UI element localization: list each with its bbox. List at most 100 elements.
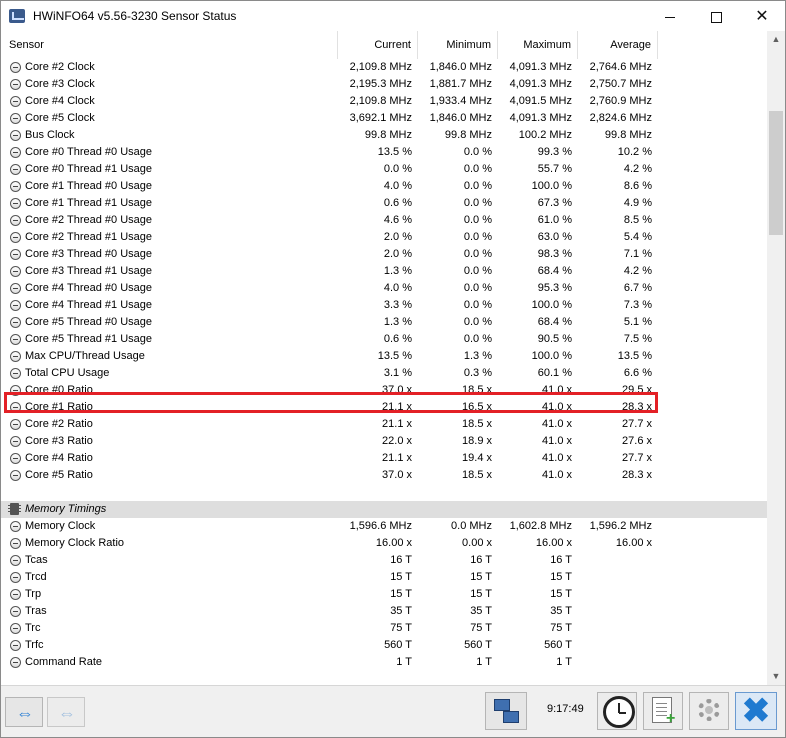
table-row[interactable]: Core #3 Clock 2,195.3 MHz 1,881.7 MHz 4,091… <box>1 76 767 93</box>
minimum-value: 0.0 % <box>463 163 492 175</box>
maximum-value: 100.0 % <box>531 299 572 311</box>
current-value: 99.8 MHz <box>364 129 412 141</box>
table-row[interactable]: Core #2 Clock 2,109.8 MHz 1,846.0 MHz 4,091… <box>1 59 767 76</box>
maximum-value: 68.4 % <box>537 316 572 328</box>
scroll-up-arrow-icon[interactable]: ▲ <box>767 31 785 48</box>
minimize-button[interactable] <box>647 1 693 31</box>
group-header-row[interactable]: Memory Timings <box>1 501 767 518</box>
total-cpu-highlight-box <box>4 392 658 413</box>
average-value: 2,764.6 MHz <box>589 61 652 73</box>
vertical-scrollbar[interactable]: ▲ ▼ <box>767 31 785 685</box>
logging-button[interactable]: + <box>643 692 683 730</box>
sensor-name: Core #3 Ratio <box>25 435 93 447</box>
table-row[interactable]: Core #2 Thread #0 Usage 4.6 % 0.0 % 61.0 % 8… <box>1 212 767 229</box>
table-row[interactable]: Core #0 Thread #0 Usage 13.5 % 0.0 % 99.3 %… <box>1 144 767 161</box>
scrollbar-thumb[interactable] <box>769 111 783 235</box>
table-row[interactable]: Core #4 Ratio 21.1 x 19.4 x 41.0 x 27.7 x <box>1 450 767 467</box>
maximum-value: 100.0 % <box>531 350 572 362</box>
sensor-name: Memory Timings <box>25 503 107 515</box>
column-header-average[interactable]: Average <box>578 31 658 59</box>
maximum-value: 41.0 x <box>542 435 572 447</box>
table-row[interactable]: Bus Clock 99.8 MHz 99.8 MHz 100.2 MHz 99.8 M… <box>1 127 767 144</box>
column-header-sensor[interactable]: Sensor <box>1 31 338 59</box>
average-value <box>578 620 658 637</box>
column-header-current[interactable]: Current <box>338 31 418 59</box>
maximum-value: 1 T <box>556 656 572 668</box>
table-row[interactable]: Core #5 Clock 3,692.1 MHz 1,846.0 MHz 4,091… <box>1 110 767 127</box>
table-row[interactable]: Core #3 Ratio 22.0 x 18.9 x 41.0 x 27.6 x <box>1 433 767 450</box>
table-row[interactable]: Memory Clock 1,596.6 MHz 0.0 MHz 1,602.8 MH… <box>1 518 767 535</box>
navigate-sensors-button[interactable]: ⇔ <box>5 697 43 727</box>
minimum-value: 35 T <box>470 605 492 617</box>
minimum-value: 99.8 MHz <box>444 129 492 141</box>
minimum-value: 0.0 % <box>463 197 492 209</box>
table-row[interactable]: Core #4 Thread #0 Usage 4.0 % 0.0 % 95.3 % 6… <box>1 280 767 297</box>
sensor-name: Trc <box>25 622 41 634</box>
current-value: 2,109.8 MHz <box>349 95 412 107</box>
close-window-button[interactable]: ✕ <box>739 1 785 31</box>
table-row[interactable]: Core #1 Thread #0 Usage 4.0 % 0.0 % 100.0 %… <box>1 178 767 195</box>
table-row[interactable]: Max CPU/Thread Usage 13.5 % 1.3 % 100.0 % 13… <box>1 348 767 365</box>
average-value <box>578 637 658 654</box>
table-row[interactable]: Tras 35 T 35 T 35 T <box>1 603 767 620</box>
minimum-value: 15 T <box>470 571 492 583</box>
close-sensors-button[interactable]: ✖ <box>735 692 777 730</box>
table-row[interactable]: Command Rate 1 T 1 T 1 T <box>1 654 767 671</box>
average-value <box>578 603 658 620</box>
minimum-value: 0.0 % <box>463 231 492 243</box>
plus-icon: + <box>666 710 676 727</box>
reset-timer-button[interactable] <box>597 692 637 730</box>
sensor-name: Bus Clock <box>25 129 75 141</box>
average-value: 7.3 % <box>623 299 652 311</box>
table-row[interactable]: Trc 75 T 75 T 75 T <box>1 620 767 637</box>
title-bar[interactable]: HWiNFO64 v5.56-3230 Sensor Status ✕ <box>1 1 785 31</box>
minimum-value: 0.0 % <box>463 316 492 328</box>
maximum-value: 15 T <box>550 588 572 600</box>
average-value: 99.8 MHz <box>604 129 652 141</box>
maximum-value: 95.3 % <box>537 282 572 294</box>
sensor-name: Core #1 Thread #1 Usage <box>25 197 152 209</box>
network-button[interactable] <box>485 692 527 730</box>
column-header-maximum[interactable]: Maximum <box>498 31 578 59</box>
table-row[interactable]: Core #2 Ratio 21.1 x 18.5 x 41.0 x 27.7 x <box>1 416 767 433</box>
table-row[interactable]: Core #3 Thread #0 Usage 2.0 % 0.0 % 98.3 % 7… <box>1 246 767 263</box>
sensor-name: Core #2 Thread #1 Usage <box>25 231 152 243</box>
table-row[interactable]: Core #5 Ratio 37.0 x 18.5 x 41.0 x 28.3 x <box>1 467 767 484</box>
table-row[interactable]: Total CPU Usage 3.1 % 0.3 % 60.1 % 6.6 % <box>1 365 767 382</box>
sensor-name: Core #0 Thread #1 Usage <box>25 163 152 175</box>
table-row[interactable]: Core #5 Thread #1 Usage 0.6 % 0.0 % 90.5 % 7… <box>1 331 767 348</box>
current-value: 13.5 % <box>377 350 412 362</box>
table-row[interactable]: Core #4 Thread #1 Usage 3.3 % 0.0 % 100.0 %… <box>1 297 767 314</box>
clock-icon <box>603 696 635 728</box>
table-row[interactable]: Tcas 16 T 16 T 16 T <box>1 552 767 569</box>
table-row[interactable]: Core #5 Thread #0 Usage 1.3 % 0.0 % 68.4 % 5… <box>1 314 767 331</box>
maximize-button[interactable] <box>693 1 739 31</box>
table-row[interactable]: Memory Clock Ratio 16.00 x 0.00 x 16.00 x 16… <box>1 535 767 552</box>
minimum-value: 1,846.0 MHz <box>429 61 492 73</box>
sensor-name: Memory Clock <box>25 520 96 532</box>
maximum-value: 4,091.3 MHz <box>509 78 572 90</box>
table-row[interactable]: Trp 15 T 15 T 15 T <box>1 586 767 603</box>
table-row[interactable]: Core #0 Thread #1 Usage 0.0 % 0.0 % 55.7 % 4… <box>1 161 767 178</box>
status-bar: ⇔ ⇔ 9:17:49 + ✖ <box>1 685 785 737</box>
minimum-value: 18.5 x <box>462 418 492 430</box>
scroll-down-arrow-icon[interactable]: ▼ <box>767 668 785 685</box>
maximum-value: 4,091.5 MHz <box>509 95 572 107</box>
settings-button[interactable] <box>689 692 729 730</box>
table-row[interactable]: Core #2 Thread #1 Usage 2.0 % 0.0 % 63.0 % 5… <box>1 229 767 246</box>
average-value: 8.6 % <box>623 180 652 192</box>
table-row[interactable]: Trcd 15 T 15 T 15 T <box>1 569 767 586</box>
current-value: 15 T <box>390 571 412 583</box>
minimum-value: 0.0 % <box>463 299 492 311</box>
table-row[interactable]: Core #3 Thread #1 Usage 1.3 % 0.0 % 68.4 % 4… <box>1 263 767 280</box>
navigate-sensors-disabled-button[interactable]: ⇔ <box>47 697 85 727</box>
minimum-value: 0.0 % <box>463 180 492 192</box>
table-row[interactable]: Trfc 560 T 560 T 560 T <box>1 637 767 654</box>
table-row[interactable]: Core #4 Clock 2,109.8 MHz 1,933.4 MHz 4,091… <box>1 93 767 110</box>
current-value: 2,195.3 MHz <box>349 78 412 90</box>
table-row[interactable]: Core #1 Thread #1 Usage 0.6 % 0.0 % 67.3 % 4… <box>1 195 767 212</box>
maximum-value: 61.0 % <box>537 214 572 226</box>
current-value: 1 T <box>396 656 412 668</box>
column-header-minimum[interactable]: Minimum <box>418 31 498 59</box>
maximum-value: 55.7 % <box>537 163 572 175</box>
